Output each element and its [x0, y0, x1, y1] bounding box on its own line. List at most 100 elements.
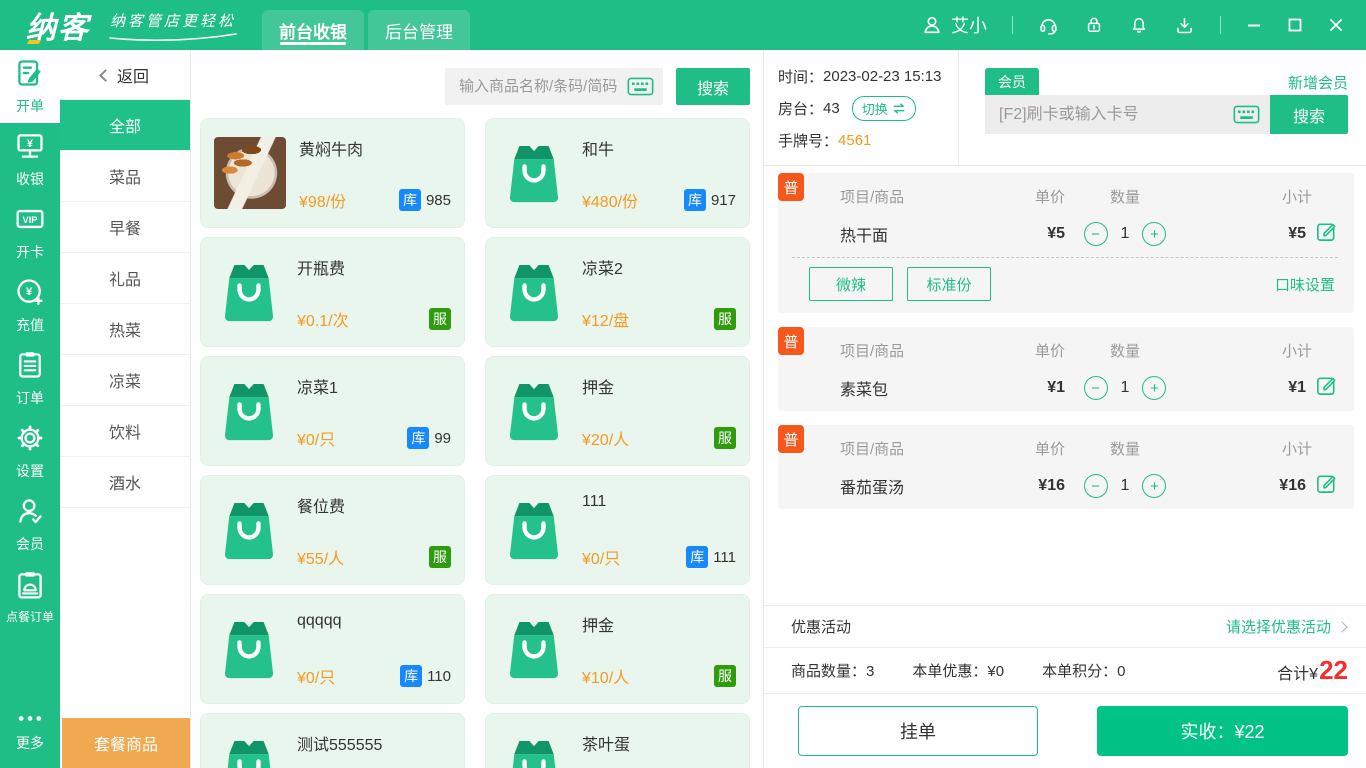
category-item[interactable]: 酒水 — [60, 457, 190, 508]
member-search-button[interactable]: 搜索 — [1270, 95, 1348, 134]
header-item: 项目/商品 — [840, 438, 980, 459]
decrease-qty-button[interactable]: − — [1084, 222, 1108, 246]
increase-qty-button[interactable]: + — [1142, 474, 1166, 498]
sidebar-item-meal-orders[interactable]: 点餐订单 — [0, 561, 60, 634]
order-header: 时间： 2023-02-23 15:13 房台： 43 切换 手牌号： 4561… — [764, 50, 1366, 165]
minimize-button[interactable] — [1246, 17, 1262, 33]
product-search-box[interactable] — [445, 68, 663, 105]
product-card[interactable]: 押金 ¥20/人 服 — [485, 356, 750, 466]
category-item[interactable]: 热菜 — [60, 304, 190, 355]
taste-tag-button[interactable]: 标准份 — [907, 267, 991, 301]
sidebar-item-label: 开卡 — [16, 242, 44, 262]
product-card[interactable]: 押金 ¥10/人 服 — [485, 594, 750, 704]
product-card[interactable]: 111 ¥0/只 库111 — [485, 475, 750, 585]
product-card[interactable]: 黄焖牛肉 ¥98/份 库985 — [200, 118, 465, 228]
bell-icon[interactable] — [1129, 15, 1149, 35]
taste-settings-link[interactable]: 口味设置 — [1275, 274, 1338, 295]
member-card-input[interactable] — [997, 105, 1233, 125]
sidebar-item-more[interactable]: 更多 — [0, 700, 60, 764]
category-item[interactable]: 早餐 — [60, 202, 190, 253]
time-label: 时间： — [778, 66, 823, 87]
product-card[interactable]: qqqqq ¥0/只 库110 — [200, 594, 465, 704]
topbar-tabs: 前台收银后台管理 — [262, 10, 470, 50]
member-tab[interactable]: 会员 — [985, 68, 1039, 95]
category-item[interactable]: 全部 — [60, 100, 190, 151]
category-item[interactable]: 菜品 — [60, 151, 190, 202]
sidebar-item-orders[interactable]: 订单 — [0, 342, 60, 415]
table-label: 房台： — [778, 98, 823, 119]
headset-icon[interactable] — [1038, 15, 1059, 36]
sidebar-item-recharge[interactable]: ¥ 充值 — [0, 269, 60, 342]
taste-tag-button[interactable]: 微辣 — [809, 267, 893, 301]
stock-badge: 库 — [399, 189, 421, 211]
select-promo-link[interactable]: 请选择优惠活动 — [1226, 616, 1346, 637]
cart-item-subtotal: ¥5 — [1288, 225, 1306, 243]
category-item[interactable]: 饮料 — [60, 406, 190, 457]
decrease-qty-button[interactable]: − — [1084, 474, 1108, 498]
tab-backend-manage[interactable]: 后台管理 — [368, 10, 470, 50]
current-user[interactable]: 艾小 — [921, 12, 987, 38]
stock-info: 库985 — [399, 189, 451, 211]
cart-item-name: 热干面 — [840, 222, 980, 246]
close-button[interactable] — [1328, 17, 1344, 33]
product-card[interactable]: 开瓶费 ¥0.1/次 服 — [200, 237, 465, 347]
maximize-button[interactable] — [1287, 17, 1303, 33]
header-item: 项目/商品 — [840, 186, 980, 207]
product-body: 押金 ¥10/人 服 — [569, 595, 736, 703]
product-card[interactable]: 餐位费 ¥55/人 服 — [200, 475, 465, 585]
decrease-qty-button[interactable]: − — [1084, 376, 1108, 400]
chevron-right-icon — [1336, 621, 1347, 632]
sidebar-item-label: 订单 — [16, 388, 44, 408]
edit-icon[interactable] — [1315, 220, 1338, 248]
cart-item-headers: 项目/商品 单价 数量 小计 — [778, 425, 1354, 463]
order-footer: 优惠活动 请选择优惠活动 商品数量：3 本单优惠：¥0 本单积分：0 合计¥ 2… — [764, 605, 1366, 768]
increase-qty-button[interactable]: + — [1142, 222, 1166, 246]
service-badge: 服 — [714, 427, 736, 449]
cart-item: 普 项目/商品 单价 数量 小计 番茄蛋汤 ¥16 − 1 + ¥16 — [778, 425, 1354, 509]
hold-order-button[interactable]: 挂单 — [798, 706, 1038, 756]
actions-row: 挂单 实收：¥22 — [764, 694, 1366, 768]
lock-icon[interactable] — [1084, 15, 1104, 35]
increase-qty-button[interactable]: + — [1142, 376, 1166, 400]
cart-item-qty-group: − 1 + — [1065, 376, 1185, 400]
back-button[interactable]: 返回 — [60, 50, 190, 100]
order-discount-label: 本单优惠： — [912, 663, 987, 680]
product-body: 开瓶费 ¥0.1/次 服 — [284, 238, 451, 346]
header-qty: 数量 — [1065, 186, 1185, 207]
header-subtotal: 小计 — [1185, 438, 1338, 459]
switch-table-button[interactable]: 切换 — [852, 96, 916, 121]
edit-icon[interactable] — [1315, 472, 1338, 500]
product-card[interactable]: 测试555555 — [200, 713, 465, 768]
header-qty: 数量 — [1065, 340, 1185, 361]
product-name: 押金 — [582, 612, 736, 636]
product-price: ¥55/人 — [297, 545, 344, 569]
svg-text:VIP: VIP — [23, 214, 38, 224]
tab-front-cashier[interactable]: 前台收银 — [262, 10, 364, 50]
cart-item-name: 素菜包 — [840, 376, 980, 400]
add-member-link[interactable]: 新增会员 — [1288, 72, 1348, 93]
product-body: 黄焖牛肉 ¥98/份 库985 — [286, 119, 451, 227]
combo-products-button[interactable]: 套餐商品 — [62, 718, 190, 768]
sidebar-item-member[interactable]: 会员 — [0, 488, 60, 561]
download-icon[interactable] — [1174, 15, 1195, 36]
edit-icon[interactable] — [1315, 374, 1338, 402]
category-item[interactable]: 礼品 — [60, 253, 190, 304]
product-card[interactable]: 茶叶蛋 — [485, 713, 750, 768]
sidebar-item-settings[interactable]: 设置 — [0, 415, 60, 488]
pay-button[interactable]: 实收：¥22 — [1097, 706, 1348, 756]
stock-info: 库99 — [407, 427, 451, 449]
sidebar-item-open-bill[interactable]: 开单 — [0, 50, 60, 123]
member-person-icon — [15, 496, 45, 529]
sidebar-item-open-card[interactable]: VIP 开卡 — [0, 196, 60, 269]
product-card[interactable]: 凉菜1 ¥0/只 库99 — [200, 356, 465, 466]
product-search-input[interactable] — [457, 77, 627, 96]
keyboard-icon[interactable] — [627, 77, 654, 96]
category-item[interactable]: 凉菜 — [60, 355, 190, 406]
product-name: 和牛 — [582, 136, 736, 160]
product-card[interactable]: 凉菜2 ¥12/盘 服 — [485, 237, 750, 347]
product-search-button[interactable]: 搜索 — [676, 68, 750, 105]
member-card-box[interactable] — [985, 95, 1270, 134]
keyboard-icon[interactable] — [1233, 105, 1260, 124]
sidebar-item-cashier[interactable]: ¥ 收银 — [0, 123, 60, 196]
product-card[interactable]: 和牛 ¥480/份 库917 — [485, 118, 750, 228]
